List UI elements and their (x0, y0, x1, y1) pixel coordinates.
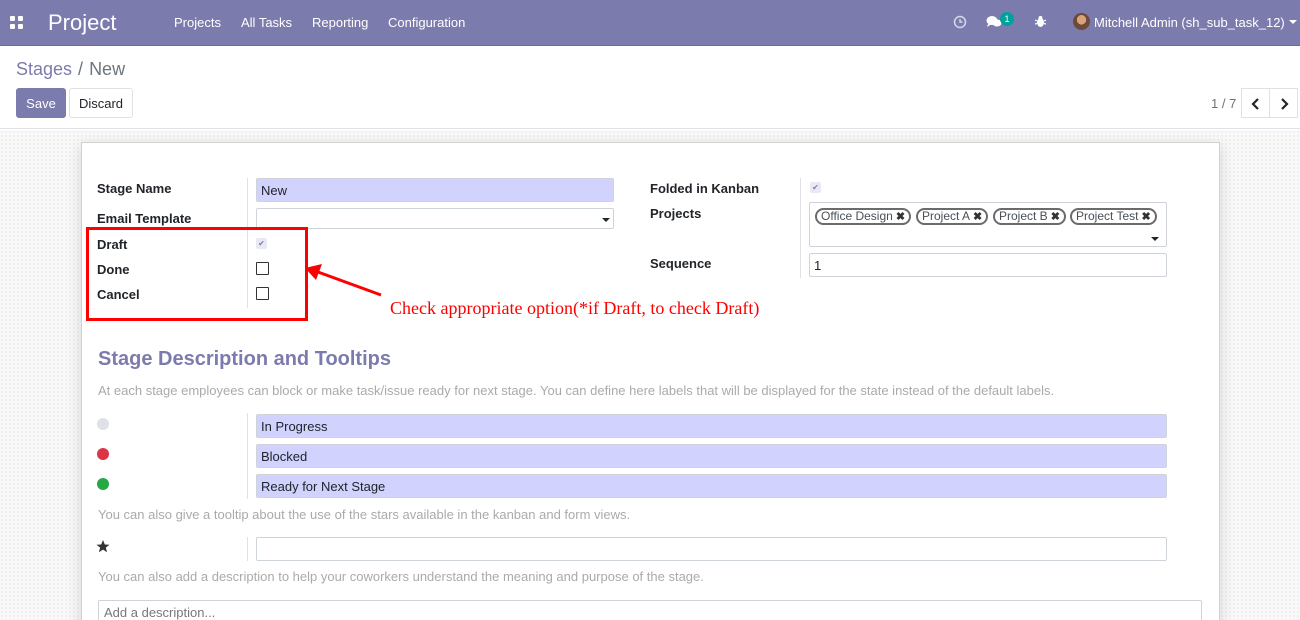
breadcrumb-current: New (89, 59, 126, 79)
annotation-highlight-box (86, 227, 308, 321)
chevron-down-icon (1289, 20, 1297, 24)
email-template-select[interactable] (256, 208, 614, 229)
folded-kanban-checkbox[interactable]: ✔ (810, 182, 821, 193)
user-menu[interactable]: Mitchell Admin (sh_sub_task_12) (1094, 15, 1285, 30)
pager-next-button[interactable] (1269, 88, 1298, 118)
top-navbar: Project Projects All Tasks Reporting Con… (0, 0, 1300, 46)
ready-label-input[interactable]: Ready for Next Stage (256, 474, 1167, 498)
app-title[interactable]: Project (48, 10, 116, 36)
project-tag[interactable]: Project B ✖ (993, 208, 1066, 225)
bug-icon[interactable] (1034, 15, 1047, 28)
apps-icon[interactable] (10, 16, 23, 29)
project-tag-label: Project B (999, 209, 1048, 223)
pager-value[interactable]: 1 / 7 (1211, 96, 1236, 111)
section-title: Stage Description and Tooltips (98, 348, 391, 370)
discard-button[interactable]: Discard (69, 88, 133, 118)
email-template-label: Email Template (97, 211, 192, 226)
chevron-left-icon (1250, 98, 1259, 110)
annotation-arrow-icon (305, 264, 382, 297)
chevron-down-icon (1151, 237, 1159, 241)
project-tag-label: Project Test (1076, 209, 1139, 223)
breadcrumb: Stages / New (16, 59, 125, 80)
chevron-down-icon (602, 218, 610, 222)
field-divider (247, 413, 248, 499)
menu-all-tasks[interactable]: All Tasks (241, 15, 292, 30)
close-icon[interactable]: ✖ (1051, 211, 1060, 223)
project-tag-label: Project A (922, 209, 971, 223)
project-tag[interactable]: Office Design ✖ (815, 208, 912, 225)
chat-badge: 1 (1000, 12, 1014, 26)
star-tooltip-input[interactable] (256, 537, 1167, 561)
normal-state-dot (97, 418, 109, 430)
breadcrumb-separator: / (78, 59, 84, 79)
projects-tags-field[interactable]: Office Design ✖ Project A ✖ Project B ✖ Pro… (809, 202, 1167, 247)
in-progress-label-input[interactable]: In Progress (256, 414, 1167, 438)
done-state-dot (97, 478, 109, 490)
description-field[interactable]: Add a description... (98, 600, 1202, 620)
menu-projects[interactable]: Projects (174, 15, 221, 30)
close-icon[interactable]: ✖ (1141, 211, 1150, 223)
pager-previous-button[interactable] (1241, 88, 1270, 118)
sequence-input[interactable]: 1 (809, 253, 1167, 277)
sequence-label: Sequence (650, 256, 712, 271)
close-icon[interactable]: ✖ (896, 211, 905, 223)
star-icon (96, 540, 110, 553)
folded-kanban-label: Folded in Kanban (650, 181, 760, 196)
control-panel: Stages / New Save Discard 1 / 7 (0, 46, 1300, 129)
annotation-text: Check appropriate option(*if Draft, to c… (390, 298, 760, 318)
project-tag-label: Office Design (821, 209, 893, 223)
project-tag[interactable]: Project A ✖ (916, 208, 989, 225)
field-divider (247, 537, 248, 561)
save-button[interactable]: Save (16, 88, 66, 118)
breadcrumb-stages[interactable]: Stages (16, 59, 72, 79)
close-icon[interactable]: ✖ (973, 211, 982, 223)
help-text: You can also give a tooltip about the us… (98, 507, 631, 522)
stage-name-label: Stage Name (97, 181, 172, 196)
chevron-right-icon (1280, 98, 1289, 110)
blocked-label-input[interactable]: Blocked (256, 444, 1167, 468)
blocked-state-dot (97, 448, 109, 460)
help-text: You can also add a description to help y… (98, 569, 704, 584)
field-divider (800, 178, 801, 278)
avatar[interactable] (1073, 13, 1090, 30)
project-tag[interactable]: Project Test ✖ (1070, 208, 1157, 225)
menu-reporting[interactable]: Reporting (312, 15, 368, 30)
help-text: At each stage employees can block or mak… (98, 383, 1055, 398)
stage-name-input[interactable]: New (256, 178, 614, 202)
projects-label: Projects (650, 206, 702, 221)
menu-configuration[interactable]: Configuration (388, 15, 465, 30)
clock-icon[interactable] (953, 15, 967, 29)
